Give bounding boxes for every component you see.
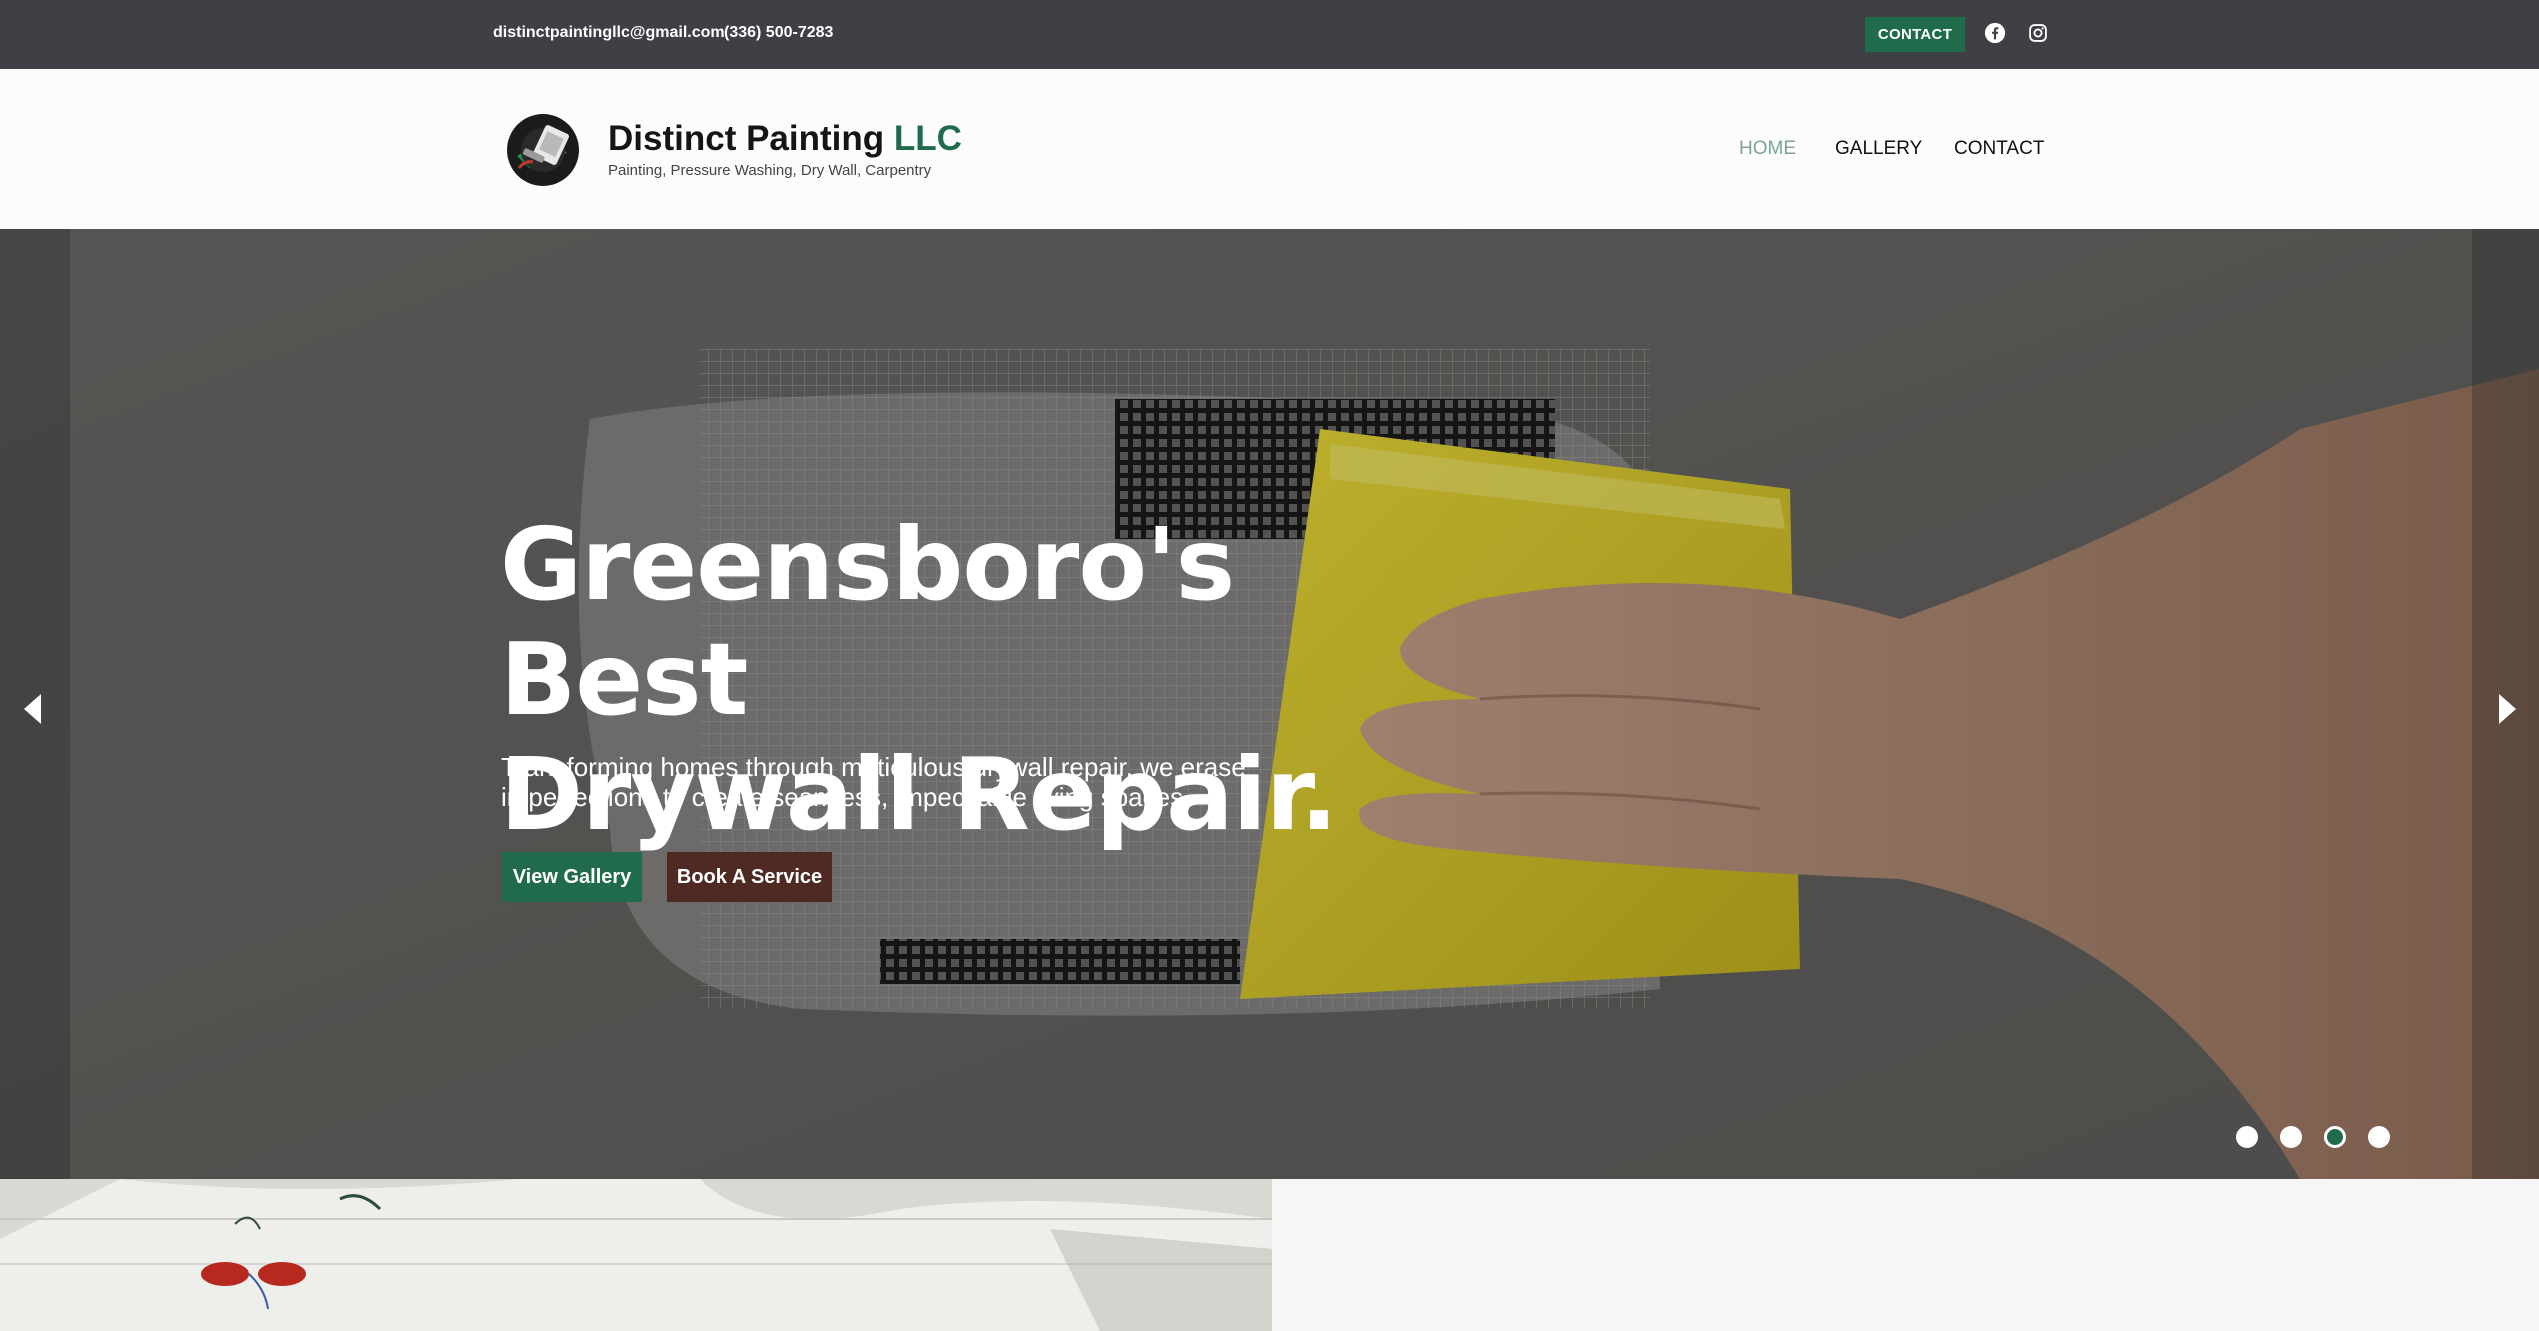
hero-title-line-1: Greensboro's Best [500,506,1235,738]
nav-home[interactable]: HOME [1739,138,1796,160]
hero-slider: Greensboro's Best Drywall Repair. Transf… [0,229,2539,1179]
site-header: Distinct Painting LLC Painting, Pressure… [0,69,2539,229]
slide-dot-3-active[interactable] [2324,1126,2346,1148]
slide-dot-1[interactable] [2236,1126,2258,1148]
prev-slide-arrow-icon[interactable] [17,689,47,729]
facebook-icon[interactable] [1982,20,2008,46]
slide-dot-2[interactable] [2280,1126,2302,1148]
book-service-button[interactable]: Book A Service [667,852,832,902]
phone-link[interactable]: (336) 500-7283 [724,24,833,42]
nav-contact[interactable]: CONTACT [1954,138,2044,160]
brand-suffix: LLC [893,119,962,158]
brand-tagline: Painting, Pressure Washing, Dry Wall, Ca… [608,162,932,179]
section-text-panel [1272,1179,2539,1331]
section-image [0,1179,1272,1331]
brand-logo[interactable] [505,112,581,188]
slide-dot-4[interactable] [2368,1126,2390,1148]
view-gallery-button[interactable]: View Gallery [502,852,642,902]
instagram-icon[interactable] [2025,20,2051,46]
next-slide-arrow-icon[interactable] [2493,689,2523,729]
top-bar: distinctpaintingllc@gmail.com (336) 500-… [0,0,2539,69]
hero-subtitle: Transforming homes through meticulous dr… [501,752,1246,812]
brand-name-text: Distinct Painting [608,119,894,158]
brand-name[interactable]: Distinct Painting LLC [608,119,962,159]
topbar-contact-button[interactable]: CONTACT [1865,17,1965,52]
email-link[interactable]: distinctpaintingllc@gmail.com [493,24,725,42]
nav-gallery[interactable]: GALLERY [1835,138,1922,160]
